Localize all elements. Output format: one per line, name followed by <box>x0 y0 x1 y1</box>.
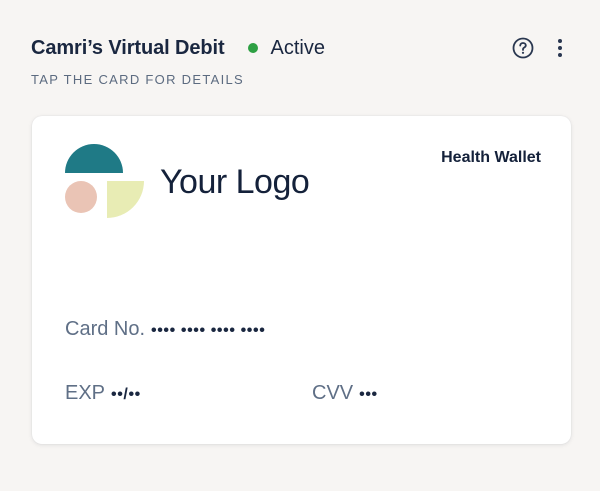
cvv-label: CVV <box>312 382 354 404</box>
more-options-icon[interactable] <box>550 36 570 60</box>
status-dot-icon <box>247 43 258 53</box>
logo-mark-icon <box>65 144 145 224</box>
card-title: Camri’s Virtual Debit <box>31 36 225 59</box>
help-icon[interactable] <box>512 37 534 59</box>
card-number-label: Card No. <box>65 318 146 340</box>
expiry: EXP ••/•• <box>65 382 141 405</box>
cvv: CVV ••• <box>312 382 378 405</box>
tap-hint: TAP THE CARD FOR DETAILS <box>31 72 244 87</box>
expiry-label: EXP <box>65 382 106 404</box>
logo-text: Your Logo <box>160 163 310 201</box>
card-header: Camri’s Virtual Debit Active <box>31 33 570 63</box>
wallet-name: Health Wallet <box>441 149 541 166</box>
expiry-value: ••/•• <box>111 386 141 403</box>
status-label: Active <box>270 36 325 59</box>
cvv-value: ••• <box>359 386 378 403</box>
card-number: Card No. •••• •••• •••• •••• <box>65 318 265 341</box>
card-number-value: •••• •••• •••• •••• <box>151 322 266 339</box>
status-indicator: Active <box>247 36 325 60</box>
virtual-card[interactable]: Your Logo Health Wallet Card No. •••• ••… <box>32 116 571 444</box>
header-actions <box>512 36 570 60</box>
